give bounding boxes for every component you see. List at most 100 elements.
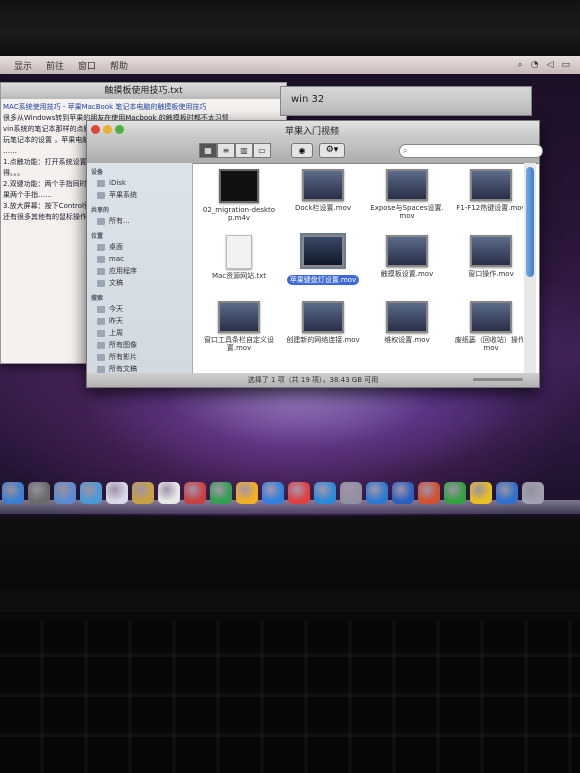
video-file-icon[interactable]	[219, 169, 259, 203]
sidebar-item-documents[interactable]: 文稿	[87, 277, 192, 289]
dock-app-icon[interactable]	[132, 482, 154, 504]
dock-app-icon[interactable]	[288, 482, 310, 504]
sidebar-item-today[interactable]: 今天	[87, 303, 192, 315]
dock-app-icon[interactable]	[418, 482, 440, 504]
sidebar-item-desktop[interactable]: 桌面	[87, 241, 192, 253]
sidebar-item-idisk[interactable]: iDisk	[87, 177, 192, 189]
minimize-button[interactable]	[103, 125, 112, 134]
dock-app-icon[interactable]	[496, 482, 518, 504]
column-view-button[interactable]: ▥	[235, 143, 253, 158]
sidebar-item-all-images[interactable]: 所有图像	[87, 339, 192, 351]
dock-app-icon[interactable]	[314, 482, 336, 504]
sidebar-group-search: 搜索	[91, 295, 104, 302]
video-file-icon[interactable]	[386, 169, 428, 201]
file-name: 废纸篓（回收站）操作.mov	[454, 336, 523, 352]
battery-icon[interactable]: ▭	[561, 60, 570, 70]
action-gear-button[interactable]: ⚙▾	[319, 143, 345, 158]
sidebar-item-all-shared[interactable]: 所有...	[87, 215, 192, 227]
dock-app-icon[interactable]	[158, 482, 180, 504]
dock-app-icon[interactable]	[210, 482, 232, 504]
window-controls	[91, 125, 124, 134]
laptop-hinge	[0, 590, 580, 612]
file-item[interactable]: 02_migration-desktop.m4v	[199, 169, 279, 235]
icon-size-slider[interactable]	[473, 378, 523, 381]
text-window-title: 触摸板使用技巧.txt	[1, 83, 286, 99]
finder-sidebar: 设备 iDisk 苹果系统 共享的 所有... 位置 桌面 mac 应用程序 文…	[87, 163, 193, 373]
scroll-knob[interactable]	[526, 167, 534, 277]
file-item[interactable]: 窗口操作.mov	[451, 235, 523, 301]
smart-folder-icon	[97, 341, 105, 349]
file-item[interactable]: 创建新的网络连接.mov	[283, 301, 363, 367]
file-item[interactable]: 触摸板设置.mov	[367, 235, 447, 301]
dock-app-icon[interactable]	[470, 482, 492, 504]
sidebar-item-all-movies[interactable]: 所有影片	[87, 351, 192, 363]
list-view-button[interactable]: ≡	[217, 143, 235, 158]
status-text: 选择了 1 项（共 19 项），38.43 GB 可用	[247, 376, 379, 384]
video-file-icon[interactable]	[218, 301, 260, 333]
sidebar-item-applications[interactable]: 应用程序	[87, 265, 192, 277]
dock-app-icon[interactable]	[184, 482, 206, 504]
video-file-icon[interactable]	[302, 301, 344, 333]
menu-view[interactable]: 显示	[14, 59, 32, 72]
finder-titlebar[interactable]: 苹果入门视频	[87, 121, 539, 139]
menu-help[interactable]: 帮助	[110, 59, 128, 72]
dock-app-icon[interactable]	[2, 482, 24, 504]
clock-icon	[97, 317, 105, 325]
desktop-icon	[97, 243, 105, 251]
file-item[interactable]: 维权设置.mov	[367, 301, 447, 367]
finder-window[interactable]: 苹果入门视频 ▦ ≡ ▥ ▭ ◉ ⚙▾ ⌕ 设备 iDisk 苹果系统 共享的 …	[86, 120, 543, 388]
finder-status-bar: 选择了 1 项（共 19 项），38.43 GB 可用	[87, 373, 539, 387]
video-file-icon[interactable]	[386, 235, 428, 267]
sidebar-item-system[interactable]: 苹果系统	[87, 189, 192, 201]
dock-app-icon[interactable]	[262, 482, 284, 504]
file-item[interactable]: Dock栏设置.mov	[283, 169, 363, 235]
icon-view-button[interactable]: ▦	[199, 143, 217, 158]
sidebar-item-mac[interactable]: mac	[87, 253, 192, 265]
file-item[interactable]: Mac资源网站.txt	[199, 235, 279, 301]
dock-app-icon[interactable]	[340, 482, 362, 504]
search-input[interactable]: ⌕	[399, 144, 543, 158]
smart-folder-icon	[97, 353, 105, 361]
sidebar-item-last-week[interactable]: 上周	[87, 327, 192, 339]
sidebar-item-yesterday[interactable]: 昨天	[87, 315, 192, 327]
file-item[interactable]: F1-F12热键设置.mov	[451, 169, 523, 235]
text-file-icon[interactable]	[226, 235, 252, 269]
dock-app-icon[interactable]	[522, 482, 544, 504]
video-file-icon[interactable]	[470, 169, 512, 201]
dock-app-icon[interactable]	[366, 482, 388, 504]
dock-app-icon[interactable]	[80, 482, 102, 504]
clock-icon	[97, 305, 105, 313]
dock-app-icon[interactable]	[28, 482, 50, 504]
dock-app-icon[interactable]	[444, 482, 466, 504]
dock-app-icon[interactable]	[54, 482, 76, 504]
dock-app-icon[interactable]	[106, 482, 128, 504]
dock-app-icon[interactable]	[392, 482, 414, 504]
video-file-icon[interactable]	[386, 301, 428, 333]
video-file-icon[interactable]	[470, 235, 512, 267]
file-name: 窗口工具条栏自定义设置.mov	[204, 336, 274, 352]
file-item[interactable]: Expose与Spaces设置.mov	[367, 169, 447, 235]
close-button[interactable]	[91, 125, 100, 134]
video-file-icon[interactable]	[302, 169, 344, 201]
wifi-icon[interactable]: ◔	[531, 60, 539, 70]
file-item[interactable]: 废纸篓（回收站）操作.mov	[451, 301, 523, 367]
dock-app-icon[interactable]	[236, 482, 258, 504]
spotlight-icon[interactable]: ⌕	[518, 60, 523, 70]
volume-icon[interactable]: ◁	[547, 60, 554, 70]
zoom-button[interactable]	[115, 125, 124, 134]
quicklook-button[interactable]: ◉	[291, 143, 313, 158]
vertical-scrollbar[interactable]	[524, 163, 536, 373]
video-file-icon[interactable]	[470, 301, 512, 333]
menu-window[interactable]: 窗口	[78, 59, 96, 72]
menu-bar: 显示 前往 窗口 帮助 ⌕ ◔ ◁ ▭	[0, 56, 580, 74]
coverflow-view-button[interactable]: ▭	[253, 143, 271, 158]
file-name: 窗口操作.mov	[468, 270, 514, 278]
file-item[interactable]: 窗口工具条栏自定义设置.mov	[199, 301, 279, 367]
video-file-icon[interactable]	[300, 233, 346, 269]
file-name: 苹果键盘灯设置.mov	[286, 275, 360, 285]
home-icon	[97, 255, 105, 263]
win32-window[interactable]: win 32	[280, 86, 532, 116]
file-item[interactable]: 苹果键盘灯设置.mov	[283, 233, 363, 301]
menu-go[interactable]: 前往	[46, 59, 64, 72]
menubar-status-icons: ⌕ ◔ ◁ ▭	[518, 60, 570, 70]
